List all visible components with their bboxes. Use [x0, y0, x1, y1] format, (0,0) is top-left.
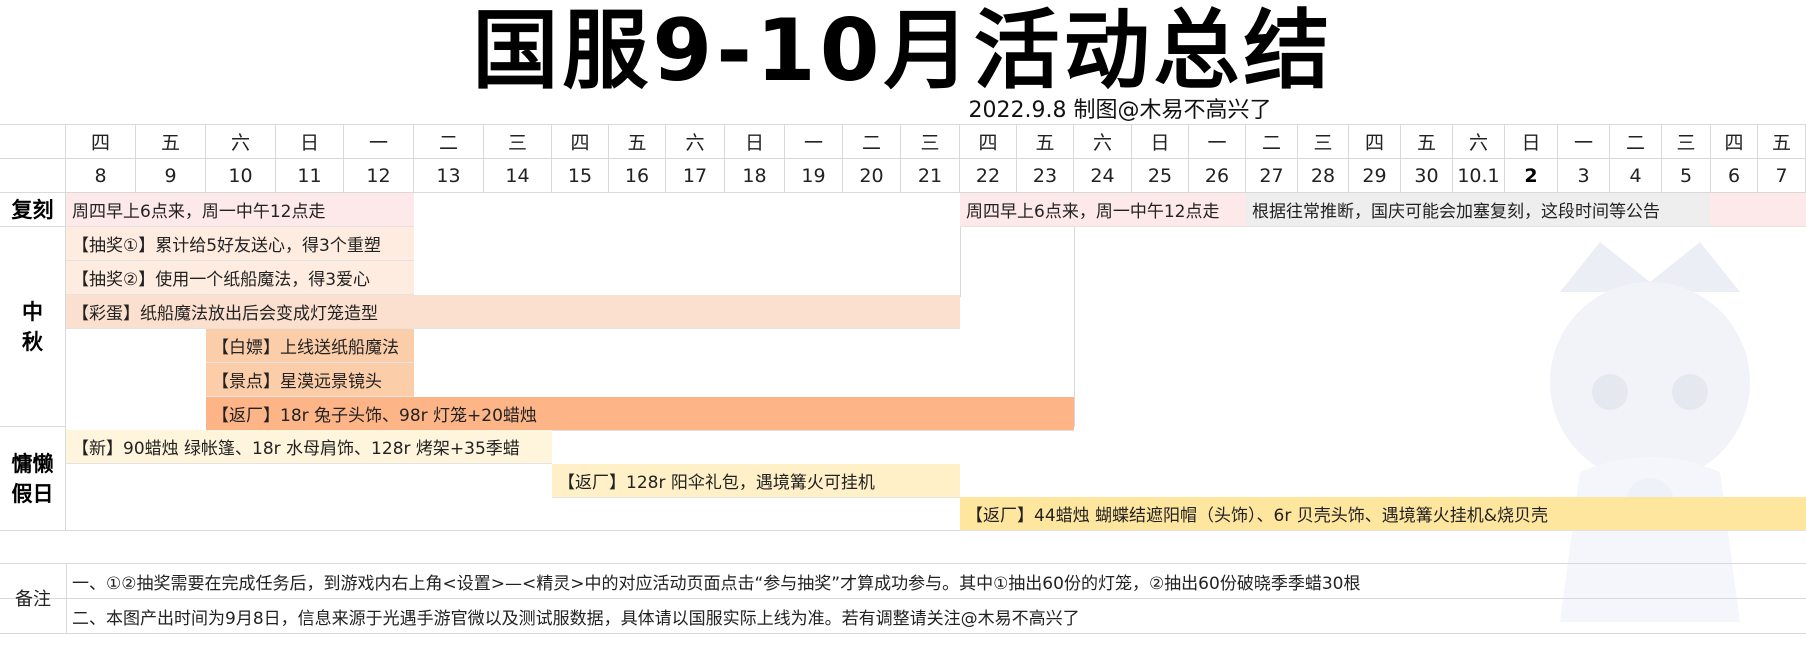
- event-bar-scenic-spot: 【景点】星漠远景镜头: [206, 363, 414, 397]
- date-cell: 20: [843, 159, 901, 193]
- weekday-cell: 二: [843, 125, 901, 159]
- event-bar-lottery-1: 【抽奖①】累计给5好友送心，得3个重塑: [66, 227, 414, 261]
- weekday-cell: 五: [1017, 125, 1074, 159]
- weekday-cell: 六: [206, 125, 276, 159]
- grid-line: [1074, 227, 1075, 427]
- weekday-cell: 五: [609, 125, 666, 159]
- date-cell: 18: [725, 159, 785, 193]
- date-cell: 12: [344, 159, 414, 193]
- weekday-cell: 一: [344, 125, 414, 159]
- date-cell: 14: [484, 159, 552, 193]
- weekday-cell: 三: [1298, 125, 1349, 159]
- date-cell: 30: [1401, 159, 1453, 193]
- event-bar-sun-hat: 【返厂】44蜡烛 蝴蝶结遮阳帽（头饰）、6r 贝壳头饰、遇境篝火挂机&烧贝壳: [960, 497, 1806, 531]
- date-cell: 19: [785, 159, 843, 193]
- weekday-cell: 三: [484, 125, 552, 159]
- weekday-cell: 二: [1246, 125, 1298, 159]
- date-cell: 9: [136, 159, 206, 193]
- weekday-cell: 二: [414, 125, 484, 159]
- section-label-rerun: 复刻: [0, 193, 66, 227]
- event-bar-rerun-3: 根据往常推断，国庆可能会加塞复刻，这段时间等公告: [1246, 193, 1710, 227]
- section-label-lazy-days: 慵懒 假日: [0, 427, 66, 530]
- date-cell-october-first: 2: [1505, 159, 1558, 193]
- weekday-cell: 五: [1401, 125, 1453, 159]
- weekday-cell: 五: [1758, 125, 1806, 159]
- event-bar-free-gift: 【白嫖】上线送纸船魔法: [206, 329, 414, 363]
- weekday-cell: 一: [785, 125, 843, 159]
- weekday-cell: 二: [1610, 125, 1662, 159]
- weekday-cell: 六: [666, 125, 725, 159]
- event-bar-rerun-1: 周四早上6点来，周一中午12点走: [66, 193, 414, 227]
- date-cell: 16: [609, 159, 666, 193]
- weekday-cell: 日: [1132, 125, 1189, 159]
- header-corner: [0, 125, 66, 159]
- weekday-cell: 一: [1558, 125, 1610, 159]
- date-cell: 5: [1662, 159, 1711, 193]
- date-cell: 27: [1246, 159, 1298, 193]
- page-title: 国服9-10月活动总结: [472, 1, 1334, 101]
- notes-label: 备注: [0, 563, 67, 633]
- date-cell: 3: [1558, 159, 1610, 193]
- weekday-cell: 日: [1505, 125, 1558, 159]
- event-bar-lottery-2: 【抽奖②】使用一个纸船魔法，得3爱心: [66, 261, 414, 295]
- event-bar-easter-egg: 【彩蛋】纸船魔法放出后会变成灯笼造型: [66, 295, 960, 329]
- date-cell: 17: [666, 159, 725, 193]
- event-bar-return-items: 【返厂】18r 兔子头饰、98r 灯笼+20蜡烛: [206, 397, 1074, 431]
- weekday-cell: 五: [136, 125, 206, 159]
- date-cell: 28: [1298, 159, 1349, 193]
- weekday-cell: 四: [552, 125, 609, 159]
- weekday-cell: 四: [66, 125, 136, 159]
- weekday-cell: 六: [1453, 125, 1505, 159]
- date-cell: 13: [414, 159, 484, 193]
- date-cell: 4: [1610, 159, 1662, 193]
- section-label-mid-autumn: 中 秋: [0, 227, 66, 427]
- date-cell: 8: [66, 159, 136, 193]
- date-cell: 10.1: [1453, 159, 1505, 193]
- weekday-cell: 一: [1189, 125, 1246, 159]
- date-cell: 25: [1132, 159, 1189, 193]
- event-bar-rerun-4: [1710, 193, 1806, 227]
- note-line-1: 一、①②抽奖需要在完成任务后，到游戏内右上角<设置>—<精灵>中的对应活动页面点…: [72, 574, 1361, 594]
- weekday-cell: 三: [1662, 125, 1711, 159]
- date-cell: 26: [1189, 159, 1246, 193]
- date-cell: 24: [1074, 159, 1132, 193]
- date-cell: 29: [1349, 159, 1401, 193]
- weekday-cell: 日: [725, 125, 785, 159]
- date-cell: 6: [1711, 159, 1758, 193]
- date-cell: 15: [552, 159, 609, 193]
- grid-line: [960, 227, 961, 297]
- weekday-cell: 四: [960, 125, 1017, 159]
- page-subtitle: 2022.9.8 制图@木易不高兴了: [968, 98, 1272, 123]
- weekday-cell: 四: [1349, 125, 1401, 159]
- date-cell: 7: [1758, 159, 1806, 193]
- weekday-cell: 三: [901, 125, 960, 159]
- date-cell: 23: [1017, 159, 1074, 193]
- weekday-cell: 六: [1074, 125, 1132, 159]
- event-bar-new-items: 【新】90蜡烛 绿帐篷、18r 水母肩饰、128r 烤架+35季蜡: [66, 430, 552, 464]
- event-bar-rerun-2: 周四早上6点来，周一中午12点走: [960, 193, 1246, 227]
- weekday-cell: 四: [1711, 125, 1758, 159]
- event-bar-parasol-pack: 【返厂】128r 阳伞礼包，遇境篝火可挂机: [552, 464, 960, 498]
- date-cell: 11: [276, 159, 344, 193]
- weekday-cell: 日: [276, 125, 344, 159]
- date-cell: 22: [960, 159, 1017, 193]
- note-line-2: 二、本图产出时间为9月8日，信息来源于光遇手游官微以及测试服数据，具体请以国服实…: [72, 609, 1080, 629]
- date-cell: 10: [206, 159, 276, 193]
- date-cell: 21: [901, 159, 960, 193]
- header-corner: [0, 159, 66, 193]
